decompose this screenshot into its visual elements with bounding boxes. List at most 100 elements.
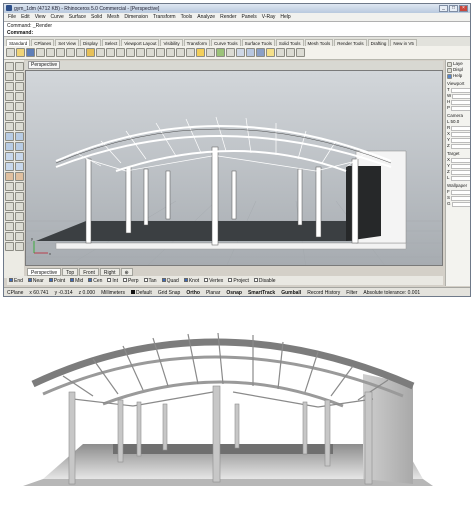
new-file-icon[interactable] bbox=[6, 48, 15, 57]
panel-tab-help[interactable]: Help bbox=[447, 73, 470, 79]
target-location-field[interactable]: L bbox=[447, 175, 470, 181]
osnap-mid[interactable]: Mid bbox=[70, 278, 83, 284]
shaded-icon[interactable] bbox=[236, 48, 245, 57]
cut-icon[interactable] bbox=[56, 48, 65, 57]
scale-tool-icon[interactable] bbox=[15, 202, 24, 211]
undo-icon[interactable] bbox=[86, 48, 95, 57]
tab-right[interactable]: Right bbox=[99, 267, 120, 276]
print-icon[interactable] bbox=[36, 48, 45, 57]
status-smarttrack[interactable]: SmartTrack bbox=[248, 290, 275, 296]
menu-file[interactable]: File bbox=[8, 14, 16, 20]
osnap-near[interactable]: Near bbox=[27, 278, 44, 284]
osnap-cen-checkbox[interactable] bbox=[88, 278, 93, 283]
split-tool-icon[interactable] bbox=[15, 222, 24, 231]
osnap-knot[interactable]: Knot bbox=[183, 278, 199, 284]
properties-icon[interactable] bbox=[226, 48, 235, 57]
save-icon[interactable] bbox=[26, 48, 35, 57]
status-filter[interactable]: Filter bbox=[346, 290, 357, 296]
status-grid-snap[interactable]: Grid Snap bbox=[158, 290, 181, 296]
sphere-tool-icon[interactable] bbox=[15, 152, 24, 161]
offset-curve-icon[interactable] bbox=[15, 122, 24, 131]
mesh-tool-icon[interactable] bbox=[5, 182, 14, 191]
curve-tool-icon[interactable] bbox=[5, 82, 14, 91]
menu-render[interactable]: Render bbox=[220, 14, 236, 20]
status-osnap[interactable]: Osnap bbox=[226, 290, 242, 296]
menu-curve[interactable]: Curve bbox=[50, 14, 63, 20]
tab-cplanes[interactable]: CPlanes bbox=[31, 39, 55, 46]
menu-analyze[interactable]: Analyze bbox=[197, 14, 215, 20]
tab-standard[interactable]: Standard bbox=[6, 39, 31, 46]
group-tool-icon[interactable] bbox=[5, 242, 14, 251]
target-z-field[interactable]: Z bbox=[447, 169, 470, 175]
trim-tool-icon[interactable] bbox=[5, 222, 14, 231]
target-y-field[interactable]: Y bbox=[447, 163, 470, 169]
tab-render-tools[interactable]: Render Tools bbox=[334, 39, 367, 46]
zoom-selected-icon[interactable] bbox=[146, 48, 155, 57]
osnap-mid-checkbox[interactable] bbox=[70, 278, 75, 283]
cylinder-tool-icon[interactable] bbox=[5, 162, 14, 171]
line-tool-icon[interactable] bbox=[5, 72, 14, 81]
camera-y-field[interactable]: Y bbox=[447, 137, 470, 143]
boolean-union-icon[interactable] bbox=[5, 172, 14, 181]
status-gumball[interactable]: Gumball bbox=[281, 290, 301, 296]
osnap-tan-checkbox[interactable] bbox=[143, 278, 148, 283]
menu-view[interactable]: View bbox=[35, 14, 46, 20]
maximize-button[interactable]: □ bbox=[449, 5, 458, 12]
camera-rotation-field[interactable]: R bbox=[447, 125, 470, 131]
osnap-point-checkbox[interactable] bbox=[48, 278, 53, 283]
status-layer[interactable]: Default bbox=[130, 289, 152, 296]
osnap-tan[interactable]: Tan bbox=[143, 278, 157, 284]
osnap-disable-checkbox[interactable] bbox=[253, 278, 258, 283]
tab-perspective[interactable]: Perspective bbox=[27, 267, 62, 276]
rendered-icon[interactable] bbox=[246, 48, 255, 57]
tab-surface-tools[interactable]: Surface Tools bbox=[241, 39, 275, 46]
status-cplane[interactable]: CPlane bbox=[7, 290, 23, 296]
close-button[interactable]: × bbox=[459, 5, 468, 12]
osnap-quad[interactable]: Quad bbox=[161, 278, 179, 284]
tab-mesh-tools[interactable]: Mesh Tools bbox=[304, 39, 334, 46]
osnap-vertex[interactable]: Vertex bbox=[204, 278, 223, 284]
osnap-near-checkbox[interactable] bbox=[27, 278, 32, 283]
viewport-width-field[interactable]: W bbox=[447, 93, 470, 99]
viewport-projection-field[interactable]: P bbox=[447, 105, 470, 111]
menu-help[interactable]: Help bbox=[280, 14, 290, 20]
lock-icon[interactable] bbox=[206, 48, 215, 57]
osnap-knot-checkbox[interactable] bbox=[183, 278, 188, 283]
zoom-extents-icon[interactable] bbox=[136, 48, 145, 57]
wallpaper-file-field[interactable]: F bbox=[447, 189, 470, 195]
menu-solid[interactable]: Solid bbox=[91, 14, 102, 20]
hide-icon[interactable] bbox=[196, 48, 205, 57]
polyline-tool-icon[interactable] bbox=[15, 72, 24, 81]
menu-transform[interactable]: Transform bbox=[153, 14, 176, 20]
tab-select[interactable]: Select bbox=[101, 39, 121, 46]
status-planar[interactable]: Planar bbox=[206, 290, 220, 296]
zoom-window-icon[interactable] bbox=[126, 48, 135, 57]
menu-surface[interactable]: Surface bbox=[69, 14, 86, 20]
target-x-field[interactable]: X bbox=[447, 157, 470, 163]
zoom-icon[interactable] bbox=[116, 48, 125, 57]
select-tool-icon[interactable] bbox=[5, 62, 14, 71]
osnap-cen[interactable]: Cen bbox=[88, 278, 102, 284]
rectangle-tool-icon[interactable] bbox=[15, 102, 24, 111]
explode-tool-icon[interactable] bbox=[15, 232, 24, 241]
circle-tool-icon[interactable] bbox=[5, 92, 14, 101]
select-icon[interactable] bbox=[186, 48, 195, 57]
add-viewport-icon[interactable]: ⊕ bbox=[120, 267, 133, 276]
menu-edit[interactable]: Edit bbox=[21, 14, 30, 20]
camera-z-field[interactable]: Z bbox=[447, 143, 470, 149]
loft-tool-icon[interactable] bbox=[5, 142, 14, 151]
array-tool-icon[interactable] bbox=[15, 212, 24, 221]
osnap-project[interactable]: Project bbox=[228, 278, 249, 284]
osnap-perp[interactable]: Perp bbox=[122, 278, 139, 284]
tab-transform[interactable]: Transform bbox=[183, 39, 210, 46]
box-tool-icon[interactable] bbox=[5, 152, 14, 161]
cone-tool-icon[interactable] bbox=[15, 162, 24, 171]
freeform-tool-icon[interactable] bbox=[15, 82, 24, 91]
perspective-viewport[interactable]: x y bbox=[25, 70, 443, 266]
osnap-vertex-checkbox[interactable] bbox=[204, 278, 209, 283]
copy-icon[interactable] bbox=[66, 48, 75, 57]
status-units[interactable]: Millimeters bbox=[101, 290, 125, 296]
rotate-view-icon[interactable] bbox=[106, 48, 115, 57]
undo-view-icon[interactable] bbox=[156, 48, 165, 57]
minimize-button[interactable]: _ bbox=[439, 5, 448, 12]
